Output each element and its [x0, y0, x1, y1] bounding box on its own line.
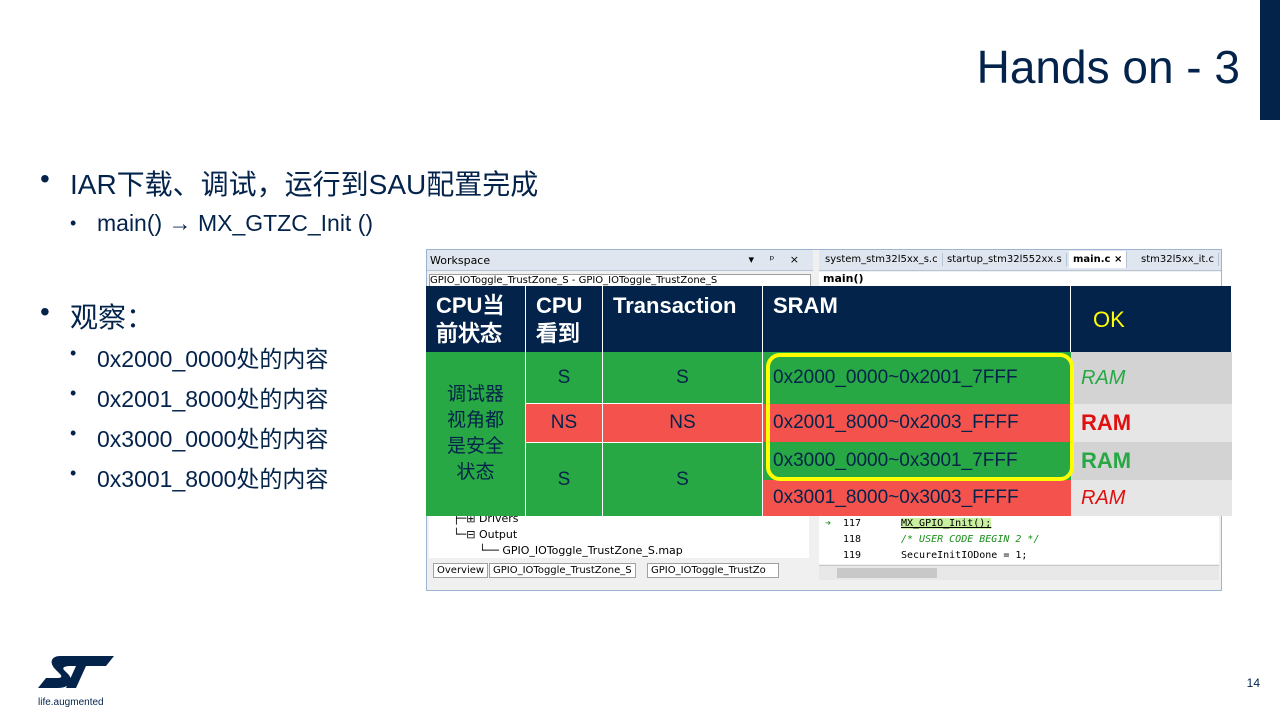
- logo-tagline: life.augmented: [38, 697, 104, 708]
- code-editor[interactable]: ➔ 117 MX_GPIO_Init(); 118 /* USER CODE B…: [819, 512, 1219, 564]
- cell-result: RAM: [1071, 404, 1232, 442]
- cell-cpu-ns: NS: [526, 404, 603, 442]
- tab-it-file[interactable]: stm32l5xx_it.c: [1137, 253, 1219, 266]
- tab-startup-file[interactable]: startup_stm32l552xx.s: [943, 253, 1067, 266]
- debugger-state-note: 调试器 视角都 是安全 状态: [426, 352, 526, 516]
- cell-cpu-s: S: [526, 352, 603, 404]
- page-number: 14: [1246, 676, 1260, 690]
- cell-transaction-ns: NS: [603, 404, 763, 442]
- line-number: 119: [843, 550, 862, 561]
- cell-result: RAM: [1071, 352, 1232, 404]
- header-sram: SRAM: [763, 286, 1071, 352]
- cell-sram-range: 0x3001_8000~0x3003_FFFF: [763, 480, 1071, 516]
- sub-bullet-addr-4: 0x3001_8000处的内容: [70, 460, 328, 494]
- tab-project-s-2[interactable]: GPIO_IOToggle_TrustZo: [647, 563, 779, 578]
- workspace-title: Workspace: [430, 254, 491, 267]
- code-line: SecureInitIODone = 1;: [901, 550, 1028, 561]
- header-ok: OK: [1071, 286, 1232, 352]
- bullet-observe: 观察：: [40, 296, 154, 336]
- cell-cpu-s: S: [526, 442, 603, 516]
- cell-transaction-s: S: [603, 442, 763, 516]
- cell-transaction-s: S: [603, 352, 763, 404]
- workspace-bottom-tabs: Overview GPIO_IOToggle_TrustZone_S GPIO_…: [429, 561, 811, 581]
- workspace-window-buttons[interactable]: ▾ ᵖ ×: [749, 253, 805, 266]
- sub-bullet-addr-1: 0x2000_0000处的内容: [70, 340, 328, 374]
- code-line: /* USER CODE BEGIN 2 */: [901, 534, 1040, 545]
- memory-access-table: CPU当 前状态 CPU 看到 Transaction SRAM OK 调试器 …: [426, 286, 1232, 516]
- arrow-icon: ➔: [825, 518, 832, 529]
- tab-overview[interactable]: Overview: [433, 563, 489, 578]
- slide-title: Hands on - 3: [976, 41, 1240, 93]
- header-transaction: Transaction: [603, 286, 763, 352]
- sub-bullet-addr-3: 0x3000_0000处的内容: [70, 420, 328, 454]
- cell-result: RAM: [1071, 442, 1232, 480]
- close-icon[interactable]: ×: [1114, 254, 1122, 265]
- tab-project-s[interactable]: GPIO_IOToggle_TrustZone_S: [489, 563, 636, 578]
- accent-bar: [1260, 0, 1280, 120]
- scrollbar-thumb[interactable]: [837, 568, 937, 578]
- sub-bullet-main: main() → MX_GTZC_Init (): [70, 210, 373, 237]
- st-logo: [38, 656, 114, 688]
- tab-system-file[interactable]: system_stm32l5xx_s.c: [821, 253, 943, 266]
- tree-item-map-file[interactable]: └── GPIO_IOToggle_TrustZone_S.map: [479, 544, 683, 557]
- cell-result: RAM: [1071, 480, 1232, 516]
- bullet-iar-steps: IAR下载、调试，运行到SAU配置完成: [40, 163, 538, 203]
- secure-region-highlight: [766, 353, 1074, 481]
- function-nav[interactable]: main(): [819, 272, 1221, 286]
- tab-main-c[interactable]: main.c ×: [1069, 251, 1128, 268]
- header-cpu-sees: CPU 看到: [526, 286, 603, 352]
- editor-tabs: system_stm32l5xx_s.c startup_stm32l552xx…: [819, 250, 1221, 271]
- line-number: 118: [843, 534, 862, 545]
- workspace-tree: ├─⊞ Drivers └─⊟ Output └── GPIO_IOToggle…: [429, 512, 809, 558]
- line-number: 117: [843, 518, 862, 529]
- code-line: MX_GPIO_Init();: [901, 518, 992, 529]
- sub-bullet-addr-2: 0x2001_8000处的内容: [70, 380, 328, 414]
- header-cpu-state: CPU当 前状态: [426, 286, 526, 352]
- horizontal-scrollbar[interactable]: [819, 565, 1219, 580]
- tree-item-output[interactable]: └─⊟ Output: [453, 528, 517, 541]
- workspace-header: Workspace ▾ ᵖ ×: [427, 250, 813, 271]
